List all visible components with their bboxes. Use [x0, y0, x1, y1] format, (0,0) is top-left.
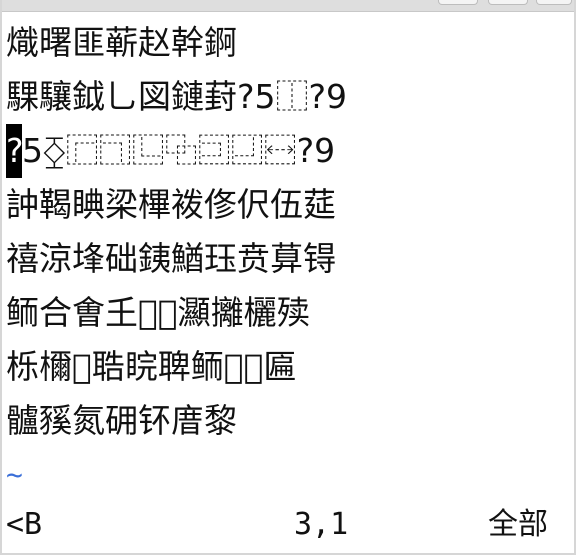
text-cursor: ?: [6, 124, 24, 178]
buffer-line[interactable]: 鲕合㑹𡈼𫃲𫉄灦攡欐㱩: [6, 286, 566, 340]
text-buffer[interactable]: 熾曙匪蕲赵幹錒 騍驤鉞⺃図鏈葑?5⿰?9 ?5⧰⿸⿹⿺⿻⿼⿽⿾?9 訲鞨睓梁㮿袯…: [6, 16, 566, 502]
status-line: <B 3,1 全部: [6, 503, 566, 547]
minimize-button[interactable]: [438, 0, 478, 5]
current-line-text: 5⧰⿸⿹⿺⿻⿼⿽⿾?9: [22, 131, 336, 170]
buffer-line[interactable]: 訲鞨睓梁㮿袯俢伬伍莚: [6, 178, 566, 232]
vim-window: 熾曙匪蕲赵幹錒 騍驤鉞⺃図鏈葑?5⿰?9 ?5⧰⿸⿹⿺⿻⿼⿽⿾?9 訲鞨睓梁㮿袯…: [0, 0, 576, 555]
scroll-indicator: 全部: [488, 507, 548, 542]
status-mode: <B: [6, 507, 43, 542]
buffer-line[interactable]: 熾曙匪蕲赵幹錒: [6, 16, 566, 70]
close-button[interactable]: [536, 0, 572, 5]
maximize-button[interactable]: [488, 0, 528, 5]
title-bar: [2, 0, 574, 12]
buffer-line[interactable]: 禧涼埄础銕鰌珏贲萛锝: [6, 232, 566, 286]
cursor-position: 3,1: [294, 507, 349, 542]
buffer-line[interactable]: 騍驤鉞⺃図鏈葑?5⿰?9: [6, 70, 566, 124]
buffer-line[interactable]: 栎檷𧆛聕睆聛鲕𪪴𨻻匾: [6, 340, 566, 394]
buffer-line-current[interactable]: ?5⧰⿸⿹⿺⿻⿼⿽⿾?9: [6, 124, 566, 178]
buffer-line[interactable]: 髗豯氮砽钚庴黎: [6, 394, 566, 448]
empty-line-tilde: ~: [6, 458, 23, 491]
